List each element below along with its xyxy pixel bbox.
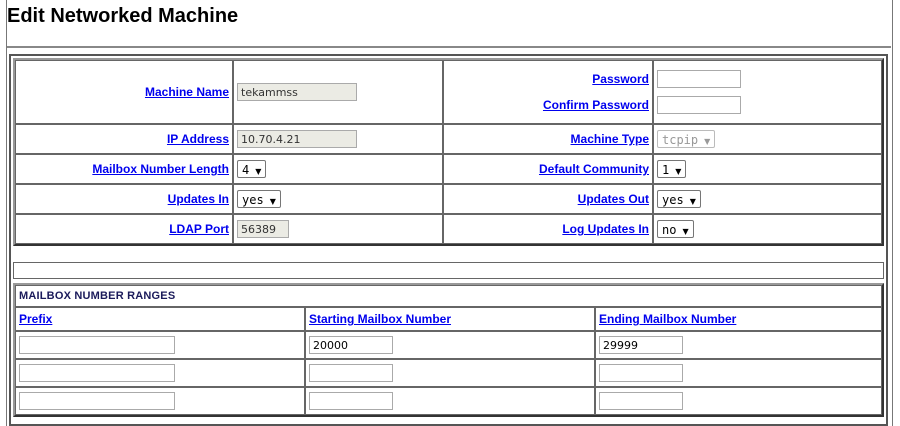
prefix-cell — [15, 387, 305, 415]
mailbox-number-length-select[interactable]: 4 ▼ — [237, 160, 267, 178]
prefix-input[interactable] — [19, 336, 175, 354]
title-divider — [7, 46, 891, 48]
machine-type-selected: tcpip — [662, 133, 699, 147]
password-label-cell: Password Confirm Password — [443, 60, 653, 124]
log-updates-in-link[interactable]: Log Updates In — [562, 222, 649, 236]
mailbox-ranges-table: MAILBOX NUMBER RANGES Prefix Starting Ma… — [13, 283, 884, 417]
updates-out-selected: yes — [662, 193, 684, 207]
prefix-input[interactable] — [19, 392, 175, 410]
end-cell — [595, 331, 882, 359]
column-header-prefix: Prefix — [15, 307, 305, 331]
updates-in-label-cell: Updates In — [15, 184, 233, 214]
starting-mailbox-number-input[interactable] — [309, 336, 393, 354]
ip-address-link[interactable]: IP Address — [167, 132, 229, 146]
chevron-down-icon: ▼ — [255, 167, 262, 176]
default-community-selected: 1 — [662, 163, 670, 177]
machine-type-label-cell: Machine Type — [443, 124, 653, 154]
log-updates-in-label-cell: Log Updates In — [443, 214, 653, 244]
ldap-port-label-cell: LDAP Port — [15, 214, 233, 244]
starting-mailbox-number-column-link[interactable]: Starting Mailbox Number — [309, 312, 451, 326]
machine-name-input[interactable] — [237, 83, 357, 101]
default-community-select[interactable]: 1 ▼ — [657, 160, 687, 178]
updates-in-selected: yes — [242, 193, 264, 207]
default-community-link[interactable]: Default Community — [539, 162, 649, 176]
end-cell — [595, 359, 882, 387]
machine-settings-table: Machine Name Password Confirm Password — [13, 58, 884, 246]
starting-mailbox-number-input[interactable] — [309, 364, 393, 382]
machine-type-link[interactable]: Machine Type — [571, 132, 649, 146]
machine-name-value-cell — [233, 60, 443, 124]
column-header-start: Starting Mailbox Number — [305, 307, 595, 331]
machine-name-link[interactable]: Machine Name — [145, 85, 229, 99]
confirm-password-field[interactable] — [657, 96, 741, 114]
chevron-down-icon: ▼ — [704, 137, 711, 146]
mailbox-number-length-value-cell: 4 ▼ — [233, 154, 443, 184]
confirm-password-link[interactable]: Confirm Password — [543, 98, 649, 112]
updates-in-select[interactable]: yes ▼ — [237, 190, 281, 208]
chevron-down-icon: ▼ — [682, 227, 689, 236]
table-row — [15, 387, 882, 415]
chevron-down-icon: ▼ — [675, 167, 682, 176]
machine-name-label-cell: Machine Name — [15, 60, 233, 124]
default-community-label-cell: Default Community — [443, 154, 653, 184]
password-link[interactable]: Password — [592, 72, 649, 86]
form-container: Machine Name Password Confirm Password — [9, 54, 888, 426]
log-updates-in-selected: no — [662, 223, 677, 237]
start-cell — [305, 359, 595, 387]
ldap-port-input[interactable] — [237, 220, 289, 238]
updates-in-value-cell: yes ▼ — [233, 184, 443, 214]
prefix-cell — [15, 359, 305, 387]
default-community-value-cell: 1 ▼ — [653, 154, 882, 184]
ip-address-label-cell: IP Address — [15, 124, 233, 154]
updates-in-link[interactable]: Updates In — [168, 192, 229, 206]
prefix-column-link[interactable]: Prefix — [19, 312, 52, 326]
start-cell — [305, 387, 595, 415]
updates-out-select[interactable]: yes ▼ — [657, 190, 701, 208]
log-updates-in-select[interactable]: no ▼ — [657, 220, 694, 238]
prefix-input[interactable] — [19, 364, 175, 382]
ending-mailbox-number-column-link[interactable]: Ending Mailbox Number — [599, 312, 736, 326]
ip-address-input[interactable] — [237, 130, 357, 148]
password-value-cell — [653, 60, 882, 124]
mailbox-number-length-link[interactable]: Mailbox Number Length — [92, 162, 229, 176]
page-title: Edit Networked Machine — [7, 5, 239, 27]
column-header-end: Ending Mailbox Number — [595, 307, 882, 331]
end-cell — [595, 387, 882, 415]
ip-address-value-cell — [233, 124, 443, 154]
mailbox-number-length-selected: 4 — [242, 163, 250, 177]
password-field[interactable] — [657, 70, 741, 88]
mailbox-number-length-label-cell: Mailbox Number Length — [15, 154, 233, 184]
chevron-down-icon: ▼ — [689, 197, 696, 206]
ldap-port-link[interactable]: LDAP Port — [169, 222, 229, 236]
updates-out-value-cell: yes ▼ — [653, 184, 882, 214]
log-updates-in-value-cell: no ▼ — [653, 214, 882, 244]
chevron-down-icon: ▼ — [269, 197, 276, 206]
ending-mailbox-number-input[interactable] — [599, 336, 683, 354]
prefix-cell — [15, 331, 305, 359]
ending-mailbox-number-input[interactable] — [599, 364, 683, 382]
table-row — [15, 359, 882, 387]
machine-type-select[interactable]: tcpip ▼ — [657, 130, 716, 148]
updates-out-link[interactable]: Updates Out — [578, 192, 649, 206]
machine-type-value-cell: tcpip ▼ — [653, 124, 882, 154]
table-row — [15, 331, 882, 359]
section-separator — [13, 262, 884, 279]
start-cell — [305, 331, 595, 359]
ldap-port-value-cell — [233, 214, 443, 244]
starting-mailbox-number-input[interactable] — [309, 392, 393, 410]
updates-out-label-cell: Updates Out — [443, 184, 653, 214]
mailbox-ranges-header: MAILBOX NUMBER RANGES — [15, 285, 882, 307]
ending-mailbox-number-input[interactable] — [599, 392, 683, 410]
